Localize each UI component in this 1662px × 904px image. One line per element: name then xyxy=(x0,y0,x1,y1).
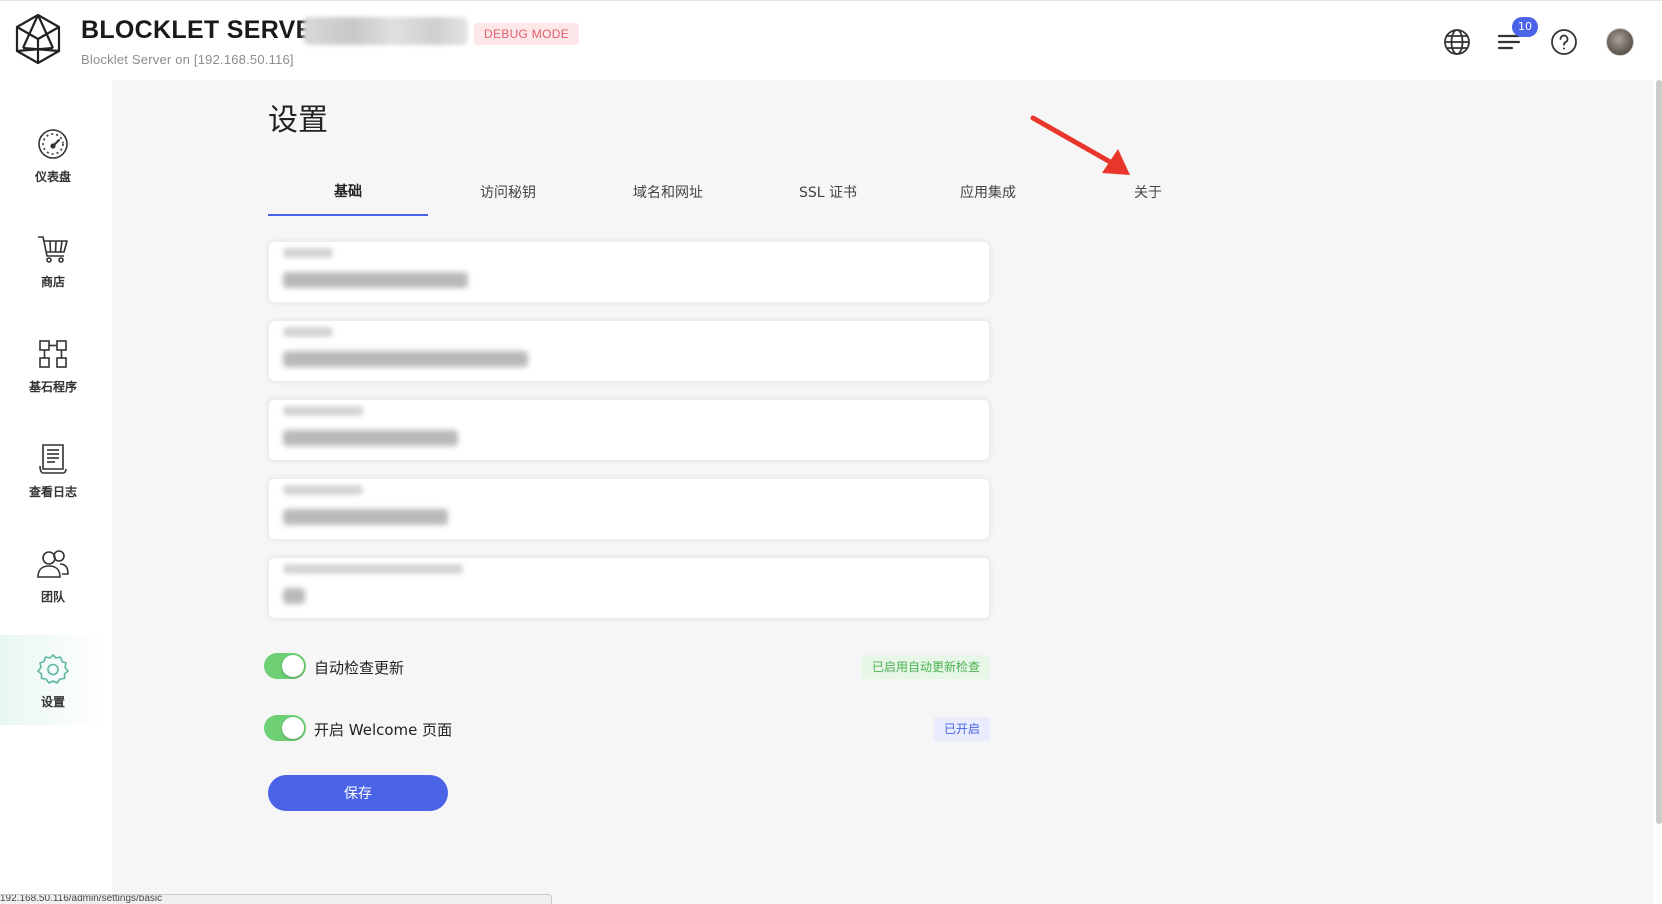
welcome-page-status-badge: 已开启 xyxy=(933,717,990,741)
auto-update-toggle-row: 自动检查更新 已启用自动更新检查 xyxy=(264,651,990,683)
tab-domains[interactable]: 域名和网址 xyxy=(588,168,748,216)
server-name-redacted xyxy=(303,17,468,45)
sidebar-item-dashboard[interactable]: 仪表盘 xyxy=(0,110,106,200)
sidebar-item-settings[interactable]: 设置 xyxy=(0,635,106,725)
sidebar-item-logs[interactable]: 查看日志 xyxy=(0,425,106,515)
server-url-field[interactable] xyxy=(268,399,990,461)
app-subtitle: Blocklet Server on [192.168.50.116] xyxy=(81,52,294,67)
field-label-redacted xyxy=(283,248,333,258)
sidebar-item-label: 设置 xyxy=(40,694,65,709)
page-title: 设置 xyxy=(268,103,328,138)
field-value-redacted xyxy=(283,588,305,604)
app-title: BLOCKLET SERVER xyxy=(81,16,331,44)
dashboard-gauge-icon xyxy=(35,126,71,162)
tab-ssl-certificates[interactable]: SSL 证书 xyxy=(748,168,908,216)
debug-mode-badge: DEBUG MODE xyxy=(474,23,580,45)
welcome-page-switch[interactable] xyxy=(264,715,306,741)
field-value-redacted xyxy=(283,272,468,288)
blocklet-logo-icon[interactable] xyxy=(14,13,62,65)
sidebar-item-team[interactable]: 团队 xyxy=(0,530,106,620)
auto-update-label: 自动检查更新 xyxy=(314,659,405,677)
save-button[interactable]: 保存 xyxy=(268,775,448,811)
field-label-redacted xyxy=(283,485,363,495)
help-icon[interactable] xyxy=(1549,27,1579,57)
settings-gear-icon xyxy=(35,651,71,687)
sidebar-item-label: 查看日志 xyxy=(28,484,77,499)
status-url: 192.168.50.116/admin/settings/basic xyxy=(0,894,163,904)
field-label-redacted xyxy=(283,327,333,337)
shopping-cart-icon xyxy=(35,231,71,267)
switch-knob xyxy=(282,655,304,677)
sidebar-item-store[interactable]: 商店 xyxy=(0,215,106,305)
user-avatar[interactable] xyxy=(1606,28,1634,56)
server-description-field[interactable] xyxy=(268,320,990,382)
session-ttl-field[interactable] xyxy=(268,557,990,619)
switch-knob xyxy=(282,717,304,739)
field-value-redacted xyxy=(283,509,448,525)
sidebar-item-label: 商店 xyxy=(40,274,65,289)
browser-status-bar: 192.168.50.116/admin/settings/basic xyxy=(0,894,552,904)
team-icon xyxy=(35,546,71,582)
sidebar-item-label: 基石程序 xyxy=(28,379,77,394)
registry-url-field[interactable] xyxy=(268,478,990,540)
sidebar-item-blocklets[interactable]: 基石程序 xyxy=(0,320,106,410)
auto-update-status-badge: 已启用自动更新检查 xyxy=(861,655,990,679)
welcome-page-label: 开启 Welcome 页面 xyxy=(314,721,453,739)
auto-update-switch[interactable] xyxy=(264,653,306,679)
blocklets-grid-icon xyxy=(35,336,71,372)
welcome-page-toggle-row: 开启 Welcome 页面 已开启 xyxy=(264,713,990,745)
globe-icon[interactable] xyxy=(1442,27,1472,57)
field-label-redacted xyxy=(283,564,463,574)
log-document-icon xyxy=(35,441,71,477)
field-value-redacted xyxy=(283,351,528,367)
tab-basic[interactable]: 基础 xyxy=(268,168,428,216)
page-scrollbar[interactable] xyxy=(1656,80,1662,824)
annotation-arrow-icon xyxy=(1030,115,1130,175)
server-name-field[interactable] xyxy=(268,241,990,303)
sidebar-item-label: 团队 xyxy=(40,589,65,604)
app-header: BLOCKLET SERVER DEBUG MODE Blocklet Serv… xyxy=(0,0,1662,80)
sidebar-item-label: 仪表盘 xyxy=(34,169,71,184)
field-label-redacted xyxy=(283,406,363,416)
field-value-redacted xyxy=(283,430,458,446)
sidebar-nav: 仪表盘 商店 基石程序 查看日志 团队 设置 xyxy=(0,80,112,904)
notification-count-badge: 10 xyxy=(1512,17,1538,37)
tab-access-keys[interactable]: 访问秘钥 xyxy=(428,168,588,216)
